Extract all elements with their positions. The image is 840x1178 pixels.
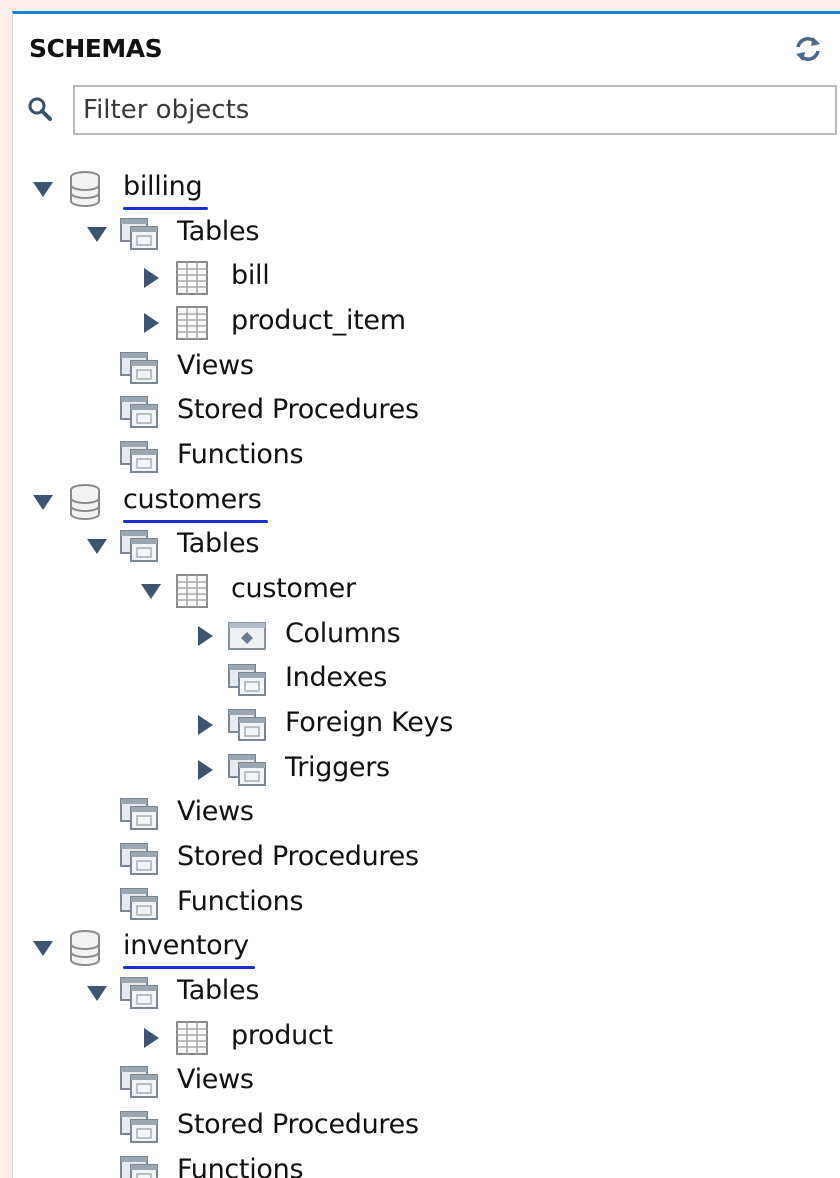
tree-item-label: Triggers xyxy=(285,752,390,783)
tree-item-table[interactable]: bill xyxy=(13,254,833,298)
tree-item-folder[interactable]: Foreign Keys xyxy=(13,701,833,745)
folder-icon xyxy=(119,795,159,833)
tree-item-folder[interactable]: Indexes xyxy=(13,656,833,700)
collapse-arrow-icon[interactable] xyxy=(85,981,109,1005)
expand-arrow-icon[interactable] xyxy=(193,713,217,737)
tree-item-label: product_item xyxy=(231,305,406,336)
tree-item-label: Tables xyxy=(177,975,260,1006)
tree-item-label: Stored Procedures xyxy=(177,841,419,872)
tree-item-folder[interactable]: Stored Procedures xyxy=(13,1103,833,1147)
tree-item-label: bill xyxy=(231,260,270,291)
tree-item-folder[interactable]: Stored Procedures xyxy=(13,388,833,432)
tree-item-folder[interactable]: Functions xyxy=(13,433,833,477)
collapse-arrow-icon[interactable] xyxy=(31,936,55,960)
collapse-arrow-icon[interactable] xyxy=(139,579,163,603)
tree-item-label: Functions xyxy=(177,439,304,470)
tree-item-label: Views xyxy=(177,1064,254,1095)
tree-item-folder[interactable]: Views xyxy=(13,1058,833,1102)
tree-item-table[interactable]: customer xyxy=(13,567,833,611)
expand-arrow-icon[interactable] xyxy=(193,624,217,648)
folder-icon xyxy=(119,215,159,253)
tree-item-label: Tables xyxy=(177,216,260,247)
folder-icon xyxy=(119,974,159,1012)
collapse-arrow-icon[interactable] xyxy=(31,177,55,201)
collapse-arrow-icon[interactable] xyxy=(85,534,109,558)
tree-item-table[interactable]: product xyxy=(13,1014,833,1058)
tree-item-label: Stored Procedures xyxy=(177,1109,419,1140)
folder-icon xyxy=(119,393,159,431)
folder-icon xyxy=(119,885,159,923)
folder-icon xyxy=(119,527,159,565)
tree-item-label: Foreign Keys xyxy=(285,707,453,738)
schemas-panel: SCHEMAS billing Tables bill product_item Vie… xyxy=(12,11,840,1178)
folder-icon xyxy=(119,1063,159,1101)
tree-item-columns[interactable]: Columns xyxy=(13,612,833,656)
filter-field[interactable] xyxy=(73,85,837,135)
tree-item-folder[interactable]: Tables xyxy=(13,522,833,566)
app-frame: SCHEMAS billing Tables bill product_item Vie… xyxy=(0,0,840,1178)
folder-icon xyxy=(227,661,267,699)
table-icon xyxy=(173,304,213,342)
tree-item-label: Columns xyxy=(285,618,401,649)
folder-icon xyxy=(119,438,159,476)
filter-objects-input[interactable] xyxy=(75,87,835,133)
tree-item-folder[interactable]: Triggers xyxy=(13,746,833,790)
tree-item-schema[interactable]: billing xyxy=(13,165,833,209)
refresh-icon[interactable] xyxy=(791,34,825,64)
panel-title: SCHEMAS xyxy=(29,34,163,63)
folder-icon xyxy=(119,1108,159,1146)
tree-item-schema[interactable]: customers xyxy=(13,478,833,522)
tree-item-table[interactable]: product_item xyxy=(13,299,833,343)
expand-arrow-icon[interactable] xyxy=(193,758,217,782)
tree-item-label: inventory xyxy=(123,930,249,961)
database-icon xyxy=(65,170,105,208)
tree-item-label: Tables xyxy=(177,528,260,559)
table-icon xyxy=(173,572,213,610)
tree-item-label: product xyxy=(231,1020,333,1051)
columns-icon xyxy=(227,617,267,655)
tree-item-label: Indexes xyxy=(285,662,388,693)
table-icon xyxy=(173,259,213,297)
tree-item-label: Stored Procedures xyxy=(177,394,419,425)
tree-item-schema[interactable]: inventory xyxy=(13,924,833,968)
expand-arrow-icon[interactable] xyxy=(139,266,163,290)
tree-item-label: customer xyxy=(231,573,356,604)
expand-arrow-icon[interactable] xyxy=(139,311,163,335)
collapse-arrow-icon[interactable] xyxy=(31,490,55,514)
tree-item-folder[interactable]: Tables xyxy=(13,210,833,254)
folder-icon xyxy=(119,349,159,387)
collapse-arrow-icon[interactable] xyxy=(85,222,109,246)
tree-item-label: Views xyxy=(177,350,254,381)
tree-item-label: Functions xyxy=(177,886,304,917)
tree-item-folder[interactable]: Views xyxy=(13,790,833,834)
tree-item-label: Views xyxy=(177,796,254,827)
table-icon xyxy=(173,1019,213,1057)
tree-item-label: billing xyxy=(123,171,203,202)
tree-item-folder[interactable]: Stored Procedures xyxy=(13,835,833,879)
folder-icon xyxy=(119,1153,159,1178)
tree-item-folder[interactable]: Tables xyxy=(13,969,833,1013)
expand-arrow-icon[interactable] xyxy=(139,1026,163,1050)
database-icon xyxy=(65,929,105,967)
database-icon xyxy=(65,483,105,521)
tree-item-folder[interactable]: Views xyxy=(13,344,833,388)
tree-item-folder[interactable]: Functions xyxy=(13,880,833,924)
tree-item-folder[interactable]: Functions xyxy=(13,1148,833,1178)
folder-icon xyxy=(227,706,267,744)
tree-item-label: customers xyxy=(123,484,262,515)
search-icon xyxy=(28,97,52,121)
folder-icon xyxy=(227,751,267,789)
tree-item-label: Functions xyxy=(177,1154,304,1178)
folder-icon xyxy=(119,840,159,878)
